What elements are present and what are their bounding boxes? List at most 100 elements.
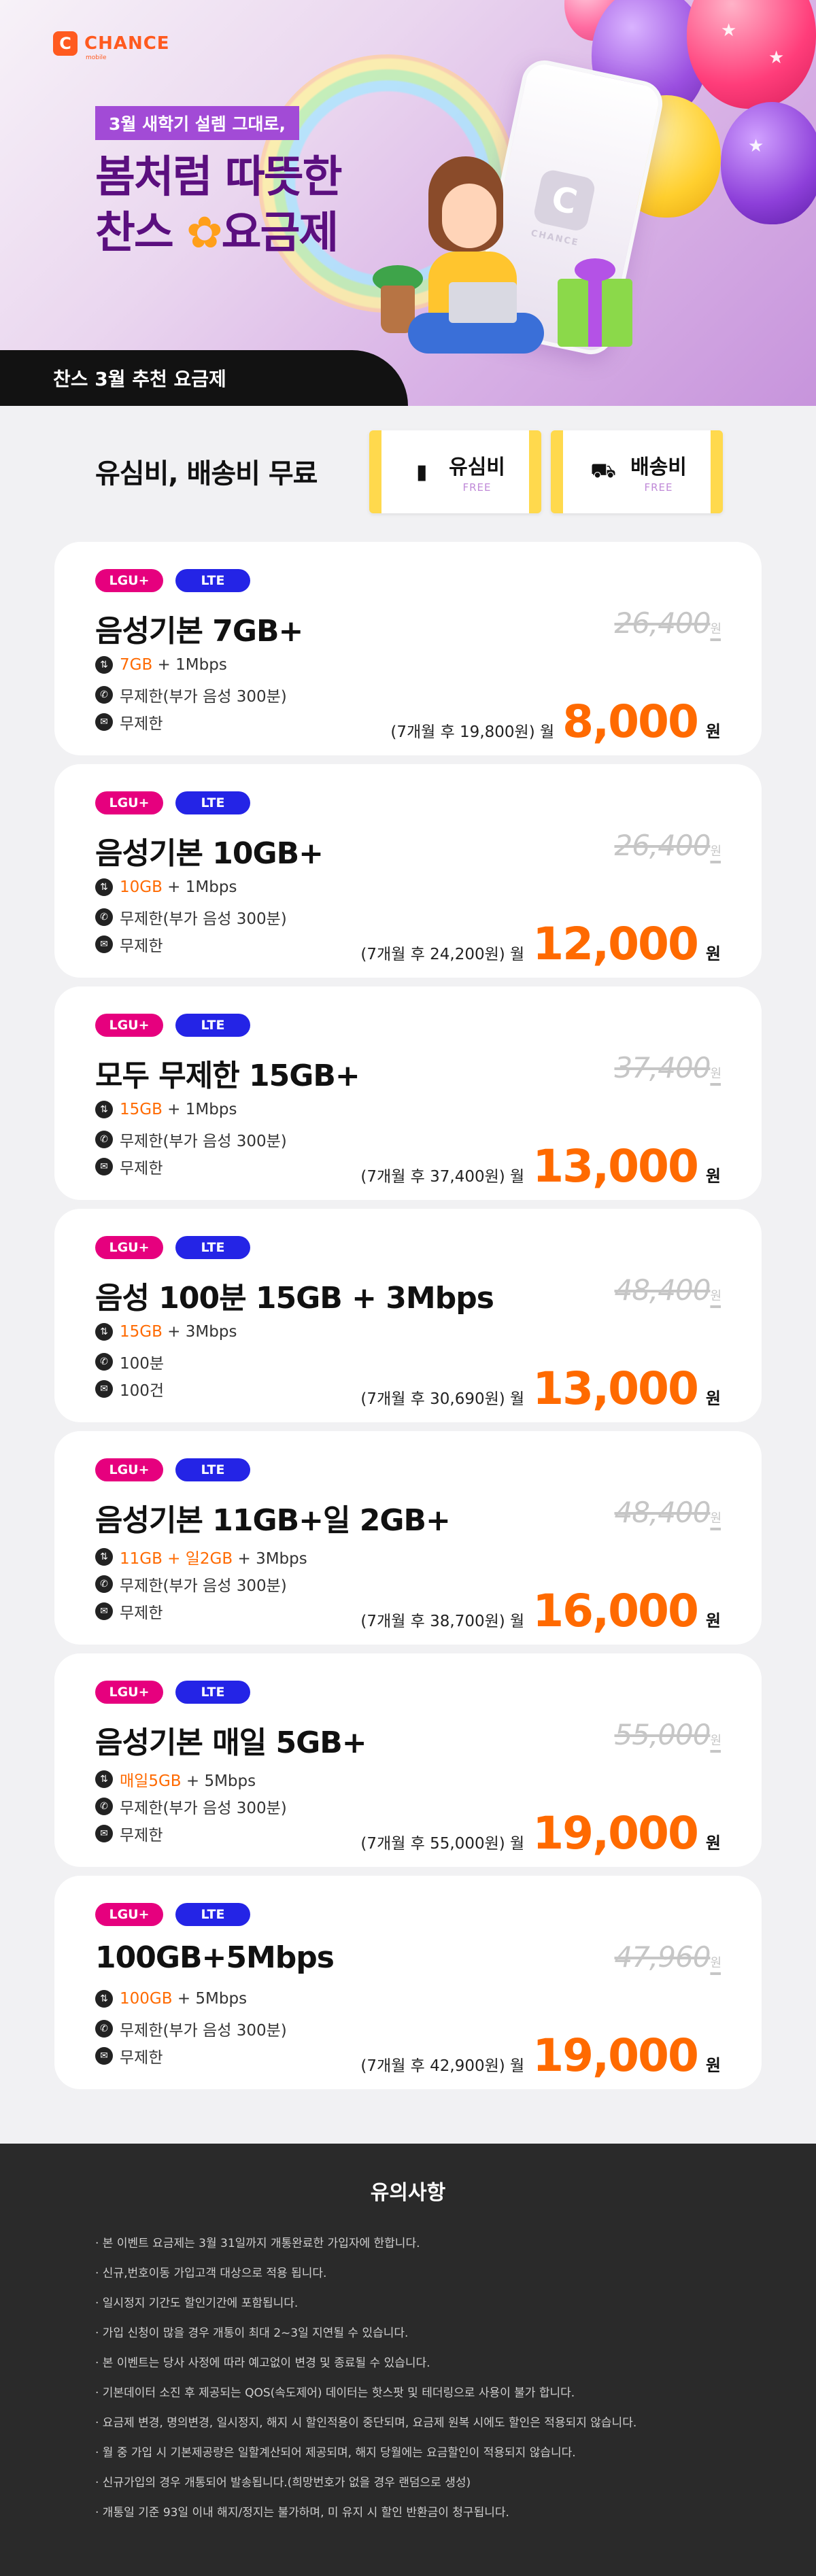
sms-value: 100건 bbox=[120, 1382, 165, 1400]
discount-price: 13,000 bbox=[532, 1140, 699, 1192]
plan-card[interactable]: LGU+ LTE 100GB+5Mbps 47,960원 ⇅ 100GB + 5Mbps ✆… bbox=[54, 1876, 762, 2089]
ticket-sim-free: ▮ 유심비 FREE bbox=[369, 430, 541, 513]
original-price-unit: 원 bbox=[710, 1956, 721, 1970]
sms-feature: ✉ 무제한 bbox=[95, 1155, 163, 1178]
ticket-delivery-free: ⛟ 배송비 FREE bbox=[551, 430, 723, 513]
voice-value: 무제한(부가 음성 300분) bbox=[120, 910, 287, 928]
monthly-price: (7개월 후 38,700원) 월 16,000 원 bbox=[360, 1589, 721, 1634]
ticket-label: 배송비 bbox=[630, 456, 687, 479]
after-7months-note: (7개월 후 19,800원) 월 bbox=[390, 723, 555, 741]
data-feature: ⇅ 매일5GB + 5Mbps bbox=[95, 1768, 256, 1791]
original-price-value: 37,400 bbox=[614, 1051, 711, 1084]
discount-price: 19,000 bbox=[532, 2029, 699, 2082]
sms-value: 무제한 bbox=[120, 1827, 163, 1844]
original-price: 26,400원 bbox=[614, 606, 721, 640]
plan-card[interactable]: LGU+ LTE 모두 무제한 15GB+ 37,400원 ⇅ 15GB + 1Mbps ✆… bbox=[54, 986, 762, 1200]
network-badge: LTE bbox=[175, 1236, 250, 1259]
ticket-sub: FREE bbox=[462, 481, 492, 494]
data-amount: 10GB bbox=[120, 878, 163, 896]
plan-card[interactable]: LGU+ LTE 음성기본 매일 5GB+ 55,000원 ⇅ 매일5GB + 5Mbps… bbox=[54, 1653, 762, 1867]
message-icon: ✉ bbox=[95, 2047, 113, 2065]
sms-value: 무제한 bbox=[120, 715, 163, 733]
discount-price: 13,000 bbox=[532, 1362, 699, 1415]
monthly-price: (7개월 후 37,400원) 월 13,000 원 bbox=[360, 1144, 721, 1189]
after-7months-note: (7개월 후 38,700원) 월 bbox=[360, 1613, 525, 1630]
data-speed: + 1Mbps bbox=[162, 878, 237, 896]
network-badge: LTE bbox=[175, 1458, 250, 1481]
original-price: 48,400원 bbox=[614, 1496, 721, 1529]
plan-card[interactable]: LGU+ LTE 음성기본 7GB+ 26,400원 ⇅ 7GB + 1Mbps ✆ 무제한(… bbox=[54, 542, 762, 755]
after-7months-note: (7개월 후 24,200원) 월 bbox=[360, 946, 525, 963]
data-feature: ⇅ 7GB + 1Mbps bbox=[95, 656, 227, 674]
voice-feature: ✆ 무제한(부가 음성 300분) bbox=[95, 2017, 287, 2040]
hero-tagline: 3월 새학기 설렘 그대로, bbox=[95, 106, 300, 140]
data-feature: ⇅ 11GB + 일2GB + 3Mbps bbox=[95, 1545, 307, 1568]
original-price: 48,400원 bbox=[614, 1273, 721, 1307]
original-price-value: 26,400 bbox=[614, 829, 711, 862]
after-7months-note: (7개월 후 37,400원) 월 bbox=[360, 1168, 525, 1186]
data-transfer-icon: ⇅ bbox=[95, 656, 113, 674]
phone-icon: ✆ bbox=[95, 1353, 113, 1371]
voice-feature: ✆ 무제한(부가 음성 300분) bbox=[95, 683, 287, 706]
discount-price: 12,000 bbox=[532, 918, 699, 970]
phone-icon: ✆ bbox=[95, 1131, 113, 1148]
sms-feature: ✉ 100건 bbox=[95, 1377, 164, 1401]
voice-value: 무제한(부가 음성 300분) bbox=[120, 1800, 287, 1817]
voice-feature: ✆ 100분 bbox=[95, 1350, 164, 1373]
voice-value: 무제한(부가 음성 300분) bbox=[120, 1133, 287, 1150]
plan-card[interactable]: LGU+ LTE 음성기본 11GB+일 2GB+ 48,400원 ⇅ 11GB + 일2… bbox=[54, 1431, 762, 1645]
original-price-value: 48,400 bbox=[614, 1496, 711, 1529]
data-feature: ⇅ 15GB + 3Mbps bbox=[95, 1323, 237, 1341]
original-price-unit: 원 bbox=[710, 844, 721, 859]
original-price-value: 26,400 bbox=[614, 606, 711, 640]
plan-name: 모두 무제한 15GB+ bbox=[95, 1059, 360, 1093]
data-speed: + 3Mbps bbox=[162, 1323, 237, 1341]
girl-with-laptop-illustration bbox=[408, 156, 544, 360]
balloon-illustration bbox=[687, 0, 816, 109]
data-speed: + 5Mbps bbox=[172, 1990, 248, 2008]
balloon-illustration bbox=[721, 102, 816, 224]
price-unit: 원 bbox=[705, 1611, 721, 1630]
message-icon: ✉ bbox=[95, 1602, 113, 1620]
data-transfer-icon: ⇅ bbox=[95, 878, 113, 896]
data-amount: 11GB + 일2GB bbox=[120, 1550, 233, 1568]
monthly-price: (7개월 후 24,200원) 월 12,000 원 bbox=[360, 922, 721, 967]
plan-name: 음성기본 10GB+ bbox=[95, 836, 324, 871]
data-speed: + 3Mbps bbox=[233, 1550, 307, 1568]
message-icon: ✉ bbox=[95, 1380, 113, 1398]
chance-logo[interactable]: C CHANCE bbox=[53, 31, 170, 56]
logo-text: CHANCE bbox=[84, 33, 170, 54]
sms-feature: ✉ 무제한 bbox=[95, 1822, 163, 1845]
hero-title-word: 찬스 bbox=[95, 208, 187, 258]
phone-icon: ✆ bbox=[95, 1575, 113, 1593]
sms-value: 무제한 bbox=[120, 938, 163, 955]
data-speed: + 5Mbps bbox=[181, 1772, 256, 1790]
voice-value: 무제한(부가 음성 300분) bbox=[120, 688, 287, 706]
voice-feature: ✆ 무제한(부가 음성 300분) bbox=[95, 1128, 287, 1151]
carrier-badge: LGU+ bbox=[95, 1903, 163, 1926]
voice-feature: ✆ 무제한(부가 음성 300분) bbox=[95, 906, 287, 929]
carrier-badge: LGU+ bbox=[95, 791, 163, 814]
phone-icon: ✆ bbox=[95, 686, 113, 704]
network-badge: LTE bbox=[175, 1014, 250, 1037]
ticket-sub: FREE bbox=[644, 481, 673, 494]
sim-card-icon: ▮ bbox=[415, 460, 428, 484]
data-transfer-icon: ⇅ bbox=[95, 1548, 113, 1566]
original-price: 37,400원 bbox=[614, 1051, 721, 1084]
phone-icon: ✆ bbox=[95, 908, 113, 926]
plan-card[interactable]: LGU+ LTE 음성기본 10GB+ 26,400원 ⇅ 10GB + 1Mbps ✆ 무제… bbox=[54, 764, 762, 978]
plan-card[interactable]: LGU+ LTE 음성 100분 15GB + 3Mbps 48,400원 ⇅ 15GB … bbox=[54, 1209, 762, 1422]
price-unit: 원 bbox=[705, 722, 721, 741]
discount-price: 8,000 bbox=[562, 695, 699, 748]
logo-subtext: mobile bbox=[86, 54, 107, 61]
discount-price: 19,000 bbox=[532, 1807, 699, 1859]
voice-value: 무제한(부가 음성 300분) bbox=[120, 2022, 287, 2040]
ticket-label: 유심비 bbox=[449, 456, 505, 479]
monthly-price: (7개월 후 42,900원) 월 19,000 원 bbox=[360, 2033, 721, 2078]
notice-title: 유의사항 bbox=[370, 2181, 446, 2205]
original-price-unit: 원 bbox=[710, 1289, 721, 1303]
delivery-truck-icon: ⛟ bbox=[590, 458, 616, 483]
plan-name: 100GB+5Mbps bbox=[95, 1940, 335, 1975]
phone-icon: ✆ bbox=[95, 1798, 113, 1815]
data-transfer-icon: ⇅ bbox=[95, 1770, 113, 1788]
